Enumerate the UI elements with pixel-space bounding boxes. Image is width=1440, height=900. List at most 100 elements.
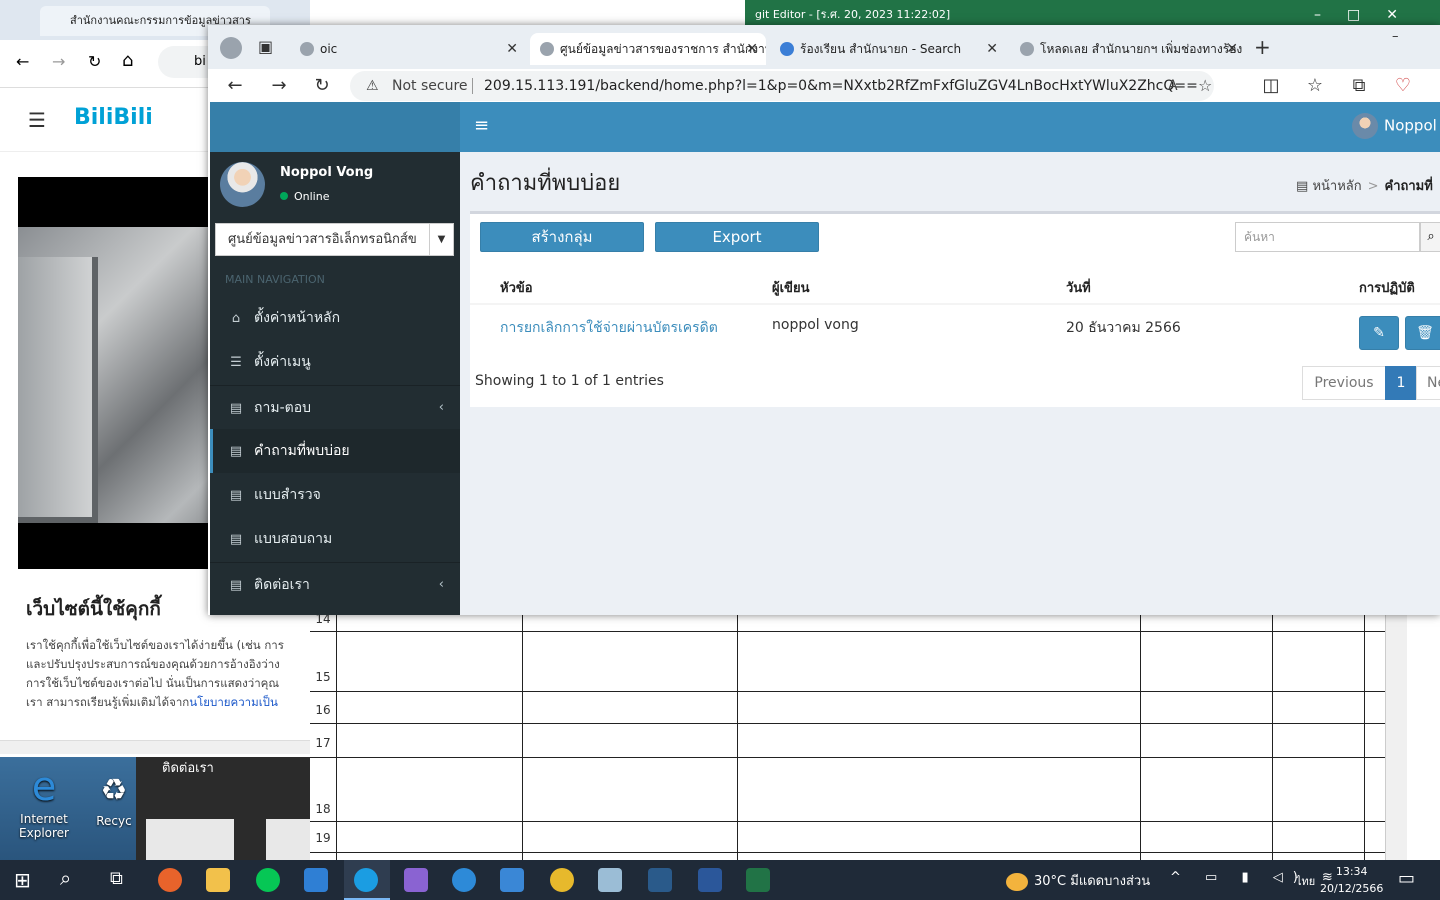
spreadsheet-title: git Editor - [ร.ศ. 20, 2023 11:22:02]: [755, 8, 951, 21]
newspaper-icon: ▤: [229, 578, 243, 593]
firefox-icon[interactable]: [158, 868, 182, 892]
pagination-previous[interactable]: Previous: [1302, 366, 1386, 400]
sidebar-item-label: ตั้งค่าเมนู: [254, 354, 311, 370]
cookie-line-prefix: เรา สามารถเรียนรู้เพิ่มเติมได้จาก: [26, 695, 190, 709]
back-icon[interactable]: ←: [16, 52, 29, 71]
faq-title-link[interactable]: การยกเลิกการใช้จ่ายผ่านบัตรเครดิต: [500, 320, 718, 336]
cookie-title: เว็บไซต์นี้ใช้คุกกี้: [26, 598, 161, 620]
cookie-line: และปรับปรุงประสบการณ์ของคุณด้วยการอ้างอิ…: [26, 657, 280, 671]
status-text: Online: [294, 190, 330, 203]
sidebar-item-faq[interactable]: ▤ คำถามที่พบบ่อย: [210, 429, 460, 473]
row-number: 17: [315, 736, 331, 750]
site-logo[interactable]: BiliBili: [74, 105, 153, 130]
search-icon[interactable]: ⌕: [60, 866, 71, 890]
table-cell-author: noppol vong: [772, 317, 859, 333]
cookie-text: เราใช้คุกกี้เพื่อใช้เว็บไซต์ของเราได้ง่า…: [26, 636, 316, 712]
window-thumbnail[interactable]: [146, 819, 234, 860]
file-explorer-icon[interactable]: [206, 868, 230, 892]
breadcrumb-current: คำถามที่: [1384, 179, 1433, 194]
grid-col: [1272, 615, 1273, 860]
sidebar-item-label: คำถามที่พบบ่อย: [254, 443, 350, 459]
chrome-icon[interactable]: [550, 868, 574, 892]
system-tray-icons[interactable]: ^ ▭ ▮ ◁) ≋: [1170, 870, 1343, 885]
forward-icon[interactable]: →: [52, 52, 65, 71]
s-app-icon[interactable]: [648, 868, 672, 892]
word-icon[interactable]: [698, 868, 722, 892]
copilot-icon[interactable]: [404, 868, 428, 892]
export-button[interactable]: Export: [655, 222, 819, 252]
task-view-icon[interactable]: ⧉: [110, 868, 123, 889]
grid-col: [522, 615, 523, 860]
taskbar-thumbnail-panel[interactable]: ติดต่อเรา: [136, 757, 310, 860]
row-number: 18: [315, 802, 331, 816]
sidebar-item-label: แบบสำรวจ: [254, 487, 321, 503]
grid-line: [310, 821, 1385, 822]
weather-text: 30°C มีแดดบางส่วน: [1034, 874, 1151, 889]
sidebar-item-qa[interactable]: ▤ ถาม-ตอบ ‹: [210, 385, 460, 429]
taskbar-clock[interactable]: 13:34 20/12/2566: [1320, 863, 1383, 897]
create-group-button[interactable]: สร้างกลุ่ม: [480, 222, 644, 252]
windows-start-icon[interactable]: ⊞: [14, 868, 31, 892]
column-header-title[interactable]: หัวข้อ: [500, 277, 533, 298]
excel-icon[interactable]: [746, 868, 770, 892]
internet-explorer-shortcut[interactable]: e Internet Explorer: [12, 762, 76, 840]
hamburger-icon[interactable]: ☰: [28, 108, 46, 132]
window-thumbnail[interactable]: [266, 819, 310, 860]
delete-button[interactable]: 🗑: [1405, 316, 1440, 350]
avatar: [1352, 113, 1378, 139]
outlook-icon[interactable]: [304, 868, 328, 892]
row-number: 19: [315, 831, 331, 845]
privacy-policy-link[interactable]: นโยบายความเป็น: [189, 695, 278, 709]
thumbnail-label: ติดต่อเรา: [162, 761, 214, 776]
org-select-value: ศูนย์ข้อมูลข่าวสารอิเล็กทรอนิกส์ข: [228, 232, 417, 247]
sun-cloud-icon: [1006, 872, 1028, 891]
breadcrumb-separator: >: [1367, 179, 1379, 194]
refresh-icon[interactable]: ↻: [88, 52, 101, 71]
home-icon[interactable]: ⌂: [122, 50, 133, 71]
pagination-page[interactable]: 1: [1385, 366, 1417, 400]
list-icon: ☰: [230, 355, 242, 370]
pagination-next[interactable]: Ne: [1416, 366, 1440, 400]
edit-icon: ✎: [1373, 325, 1385, 341]
table-info: Showing 1 to 1 of 1 entries: [475, 373, 664, 389]
input-language[interactable]: ไทย: [1296, 872, 1315, 890]
sidebar-avatar: [220, 162, 265, 207]
internet-explorer-icon[interactable]: [452, 868, 476, 892]
edit-button[interactable]: ✎: [1359, 316, 1399, 350]
line-icon[interactable]: [256, 868, 280, 892]
clock-date: 20/12/2566: [1320, 882, 1384, 895]
weather-widget[interactable]: 30°C มีแดดบางส่วน: [1006, 870, 1150, 891]
spreadsheet-scrollbar[interactable]: [1385, 615, 1407, 860]
sidebar-item-contact[interactable]: ▤ ติดต่อเรา ‹: [210, 562, 460, 606]
search-input[interactable]: [1235, 222, 1420, 252]
column-header-date[interactable]: วันที่: [1066, 277, 1091, 298]
grid-col: [737, 615, 738, 860]
column-header-author[interactable]: ผู้เขียน: [772, 277, 809, 298]
grid-col: [1364, 615, 1365, 860]
sidebar-item-home-settings[interactable]: ⌂ ตั้งค่าหน้าหลัก: [210, 296, 460, 340]
sidebar-item-label: แบบสอบถาม: [254, 531, 333, 547]
table-cell-date: 20 ธันวาคม 2566: [1066, 320, 1181, 336]
table-header-divider: [470, 303, 1440, 305]
sidebar-item-menu-settings[interactable]: ☰ ตั้งค่าเมนู: [210, 340, 460, 384]
newspaper-icon: ▤: [229, 488, 243, 503]
shortcut-label: Recyc: [96, 814, 132, 828]
shortcut-label: Internet Explorer: [19, 812, 69, 840]
notifications-icon[interactable]: ▭: [1398, 868, 1415, 889]
store-icon[interactable]: [500, 868, 524, 892]
recycle-bin-shortcut[interactable]: ♻ Recyc: [92, 768, 136, 828]
sidebar-user-name: Noppol Vong: [280, 165, 374, 180]
breadcrumb-home[interactable]: หน้าหลัก: [1312, 179, 1361, 194]
sidebar-item-survey[interactable]: ▤ แบบสำรวจ: [210, 473, 460, 517]
sidebar-toggle-icon[interactable]: ≡: [474, 115, 489, 136]
notes-icon[interactable]: [598, 868, 622, 892]
sidebar-item-label: ติดต่อเรา: [254, 577, 310, 593]
user-menu[interactable]: Noppol: [1352, 113, 1437, 139]
grid-line: [310, 691, 1385, 692]
sidebar-item-questionnaire[interactable]: ▤ แบบสอบถาม: [210, 517, 460, 561]
search-icon[interactable]: ⌕: [1420, 222, 1440, 252]
table-row: การยกเลิกการใช้จ่ายผ่านบัตรเครดิต: [500, 317, 718, 339]
horizontal-scrollbar[interactable]: [0, 740, 310, 754]
main-nav-label: MAIN NAVIGATION: [225, 273, 325, 286]
org-select[interactable]: ศูนย์ข้อมูลข่าวสารอิเล็กทรอนิกส์ข ▼: [215, 223, 454, 256]
